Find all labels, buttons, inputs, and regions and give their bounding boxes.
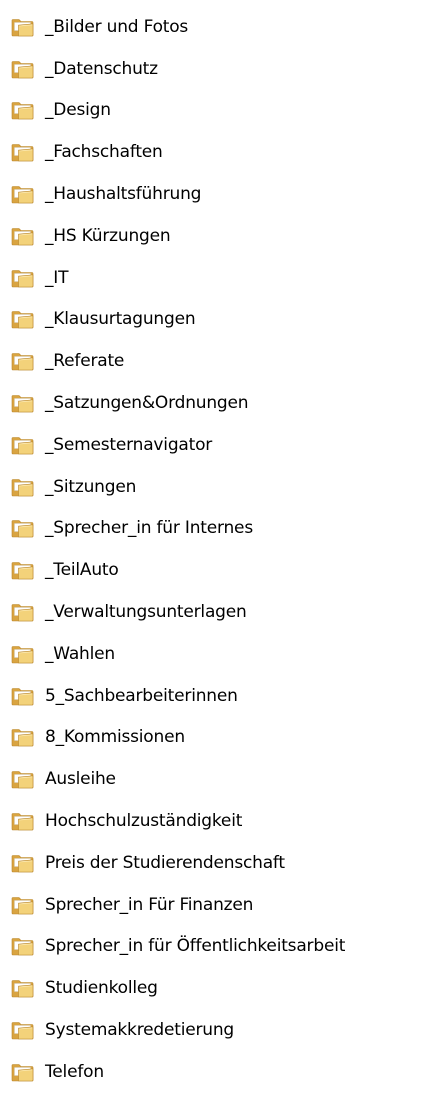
folder-icon: [11, 268, 35, 288]
folder-name: _Satzungen&Ordnungen: [45, 393, 249, 414]
folder-name: _Fachschaften: [45, 142, 163, 163]
folder-name: _Verwaltungsunterlagen: [45, 602, 247, 623]
folder-name: _Wahlen: [45, 643, 115, 664]
folder-item[interactable]: 5_Sachbearbeiterinnen: [0, 675, 431, 717]
folder-icon: [11, 309, 35, 329]
folder-item[interactable]: Sprecher_in für Öffentlichkeitsarbeit: [0, 926, 431, 968]
folder-item[interactable]: _Satzungen&Ordnungen: [0, 382, 431, 424]
folder-item[interactable]: _Verwaltungsunterlagen: [0, 591, 431, 633]
folder-item[interactable]: _Fachschaften: [0, 131, 431, 173]
folder-icon: [11, 936, 35, 956]
folder-name: _IT: [45, 267, 69, 288]
folder-item[interactable]: Sprecher_in Für Finanzen: [0, 884, 431, 926]
folder-name: Preis der Studierendenschaft: [45, 852, 285, 873]
folder-icon: [11, 226, 35, 246]
folder-item[interactable]: Preis der Studierendenschaft: [0, 842, 431, 884]
folder-name: _Haushaltsführung: [45, 184, 202, 205]
folder-icon: [11, 727, 35, 747]
folder-icon: [11, 895, 35, 915]
folder-icon: [11, 686, 35, 706]
folder-item[interactable]: _Bilder und Fotos: [0, 6, 431, 48]
folder-icon: [11, 518, 35, 538]
folder-icon: [11, 978, 35, 998]
folder-name: _Semesternavigator: [45, 434, 213, 455]
folder-icon: [11, 1020, 35, 1040]
folder-item[interactable]: Systemakkredetierung: [0, 1009, 431, 1051]
folder-icon: [11, 17, 35, 37]
folder-name: Telefon: [45, 1061, 104, 1082]
folder-name: _HS Kürzungen: [45, 225, 171, 246]
folder-item[interactable]: _Referate: [0, 340, 431, 382]
folder-icon: [11, 59, 35, 79]
folder-icon: [11, 184, 35, 204]
folder-name: Ausleihe: [45, 769, 116, 790]
folder-list: _Bilder und Fotos _Datenschutz _Design _…: [0, 6, 431, 1093]
folder-icon: [11, 100, 35, 120]
folder-icon: [11, 351, 35, 371]
folder-icon: [11, 435, 35, 455]
folder-name: Hochschulzuständigkeit: [45, 811, 243, 832]
folder-name: _Klausurtagungen: [45, 309, 196, 330]
folder-item[interactable]: _Design: [0, 90, 431, 132]
folder-item[interactable]: _Sitzungen: [0, 466, 431, 508]
folder-name: _TeilAuto: [45, 560, 119, 581]
folder-name: _Referate: [45, 351, 125, 372]
folder-icon: [11, 142, 35, 162]
folder-icon: [11, 644, 35, 664]
folder-item[interactable]: _Klausurtagungen: [0, 299, 431, 341]
folder-item[interactable]: _IT: [0, 257, 431, 299]
folder-item[interactable]: _TeilAuto: [0, 549, 431, 591]
folder-name: _Bilder und Fotos: [45, 16, 189, 37]
folder-name: Studienkolleg: [45, 978, 158, 999]
folder-name: _Design: [45, 100, 111, 121]
folder-item[interactable]: _HS Kürzungen: [0, 215, 431, 257]
folder-item[interactable]: Hochschulzuständigkeit: [0, 800, 431, 842]
folder-name: _Datenschutz: [45, 58, 158, 79]
folder-name: 8_Kommissionen: [45, 727, 185, 748]
folder-name: _Sitzungen: [45, 476, 137, 497]
folder-item[interactable]: Ausleihe: [0, 758, 431, 800]
folder-item[interactable]: _Datenschutz: [0, 48, 431, 90]
folder-name: Systemakkredetierung: [45, 1020, 235, 1041]
folder-name: 5_Sachbearbeiterinnen: [45, 685, 238, 706]
folder-icon: [11, 1062, 35, 1082]
folder-name: Sprecher_in für Öffentlichkeitsarbeit: [45, 936, 346, 957]
folder-icon: [11, 602, 35, 622]
folder-icon: [11, 560, 35, 580]
folder-icon: [11, 477, 35, 497]
folder-name: _Sprecher_in für Internes: [45, 518, 253, 539]
folder-item[interactable]: _Wahlen: [0, 633, 431, 675]
folder-icon: [11, 811, 35, 831]
folder-icon: [11, 393, 35, 413]
folder-icon: [11, 853, 35, 873]
folder-icon: [11, 769, 35, 789]
folder-item[interactable]: _Semesternavigator: [0, 424, 431, 466]
folder-item[interactable]: Telefon: [0, 1051, 431, 1093]
folder-item[interactable]: 8_Kommissionen: [0, 717, 431, 759]
folder-item[interactable]: _Sprecher_in für Internes: [0, 508, 431, 550]
folder-item[interactable]: Studienkolleg: [0, 967, 431, 1009]
folder-name: Sprecher_in Für Finanzen: [45, 894, 254, 915]
folder-item[interactable]: _Haushaltsführung: [0, 173, 431, 215]
